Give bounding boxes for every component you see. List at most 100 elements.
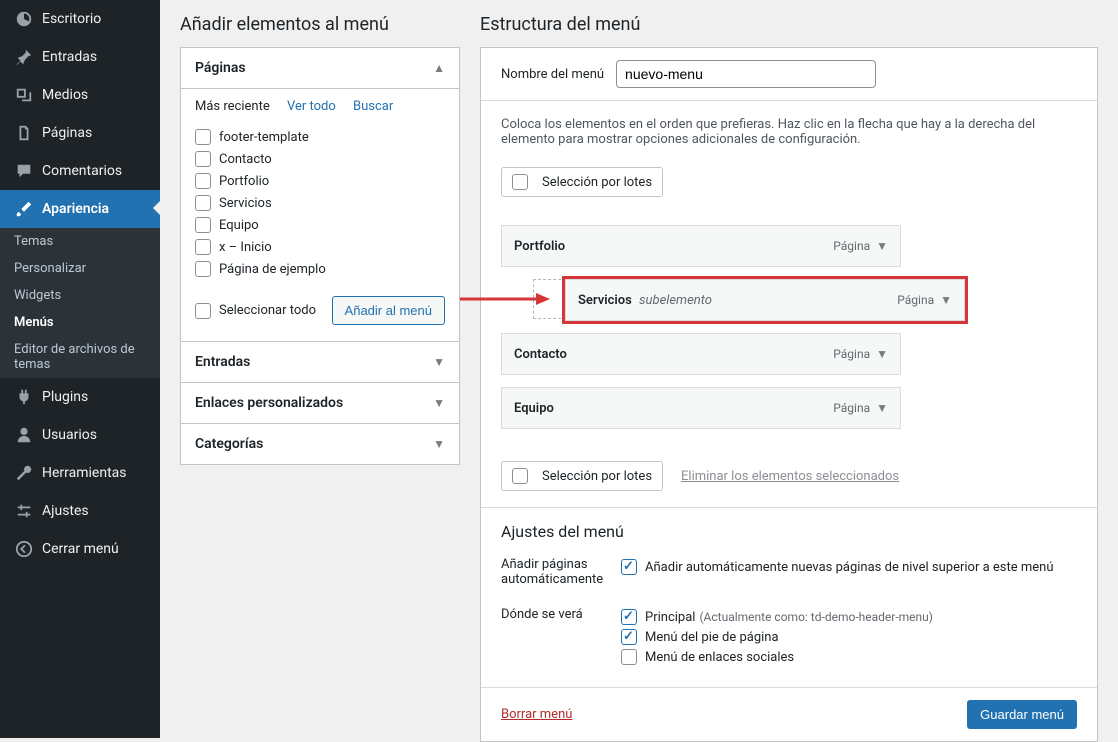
auto-add-pages-checkbox[interactable] <box>621 559 637 575</box>
chevron-down-icon[interactable]: ▼ <box>876 347 888 361</box>
brush-icon <box>14 199 34 219</box>
postbox-custom-links: Enlaces personalizados ▼ <box>180 382 460 424</box>
page-checkbox[interactable] <box>195 239 211 255</box>
tab-view-all[interactable]: Ver todo <box>287 99 336 114</box>
location-option-social[interactable]: Menú de enlaces sociales <box>621 647 933 667</box>
sidebar-label: Entradas <box>42 49 97 65</box>
menu-settings-heading: Ajustes del menú <box>501 522 1077 541</box>
page-option-label: Portfolio <box>219 174 269 189</box>
sidebar-item-settings[interactable]: Ajustes <box>0 492 160 530</box>
location-option-footer[interactable]: Menú del pie de página <box>621 627 933 647</box>
page-checkbox[interactable] <box>195 151 211 167</box>
tab-search[interactable]: Buscar <box>353 99 393 114</box>
postbox-categories: Categorías ▼ <box>180 423 460 465</box>
media-icon <box>14 85 34 105</box>
sidebar-label: Herramientas <box>42 465 127 481</box>
location-checkbox[interactable] <box>621 649 637 665</box>
bulk-select-checkbox[interactable] <box>512 468 528 484</box>
page-checkbox[interactable] <box>195 261 211 277</box>
location-checkbox[interactable] <box>621 629 637 645</box>
menu-item-title: Portfolio <box>514 239 565 254</box>
menu-item-handle[interactable]: Portfolio Página ▼ <box>501 225 901 267</box>
remove-selected-link[interactable]: Eliminar los elementos seleccionados <box>681 469 899 484</box>
postbox-posts-header[interactable]: Entradas ▼ <box>181 342 459 382</box>
chevron-down-icon: ▼ <box>433 355 445 369</box>
sidebar-label: Apariencia <box>42 201 109 217</box>
sidebar-item-users[interactable]: Usuarios <box>0 416 160 454</box>
menu-name-input[interactable] <box>616 60 876 88</box>
page-option[interactable]: Portfolio <box>195 170 445 192</box>
menu-item-type: Página ▼ <box>833 401 888 415</box>
page-checkbox[interactable] <box>195 195 211 211</box>
sidebar-sub-themes[interactable]: Temas <box>0 228 160 255</box>
menu-item-handle[interactable]: Servicios subelemento Página ▼ <box>565 279 965 321</box>
location-option-primary[interactable]: Principal (Actualmente como: td-demo-hea… <box>621 607 933 627</box>
location-option-label: Principal <box>645 610 695 625</box>
menu-structure-column: Estructura del menú Nombre del menú Colo… <box>480 0 1098 742</box>
add-to-menu-button[interactable]: Añadir al menú <box>332 296 445 325</box>
sliders-icon <box>14 501 34 521</box>
sidebar-label: Ajustes <box>42 503 89 519</box>
comments-icon <box>14 161 34 181</box>
location-checkbox[interactable] <box>621 609 637 625</box>
bulk-select-checkbox[interactable] <box>512 174 528 190</box>
tab-recent[interactable]: Más reciente <box>195 99 270 114</box>
sidebar-sub-menus[interactable]: Menús <box>0 309 160 336</box>
select-all-checkbox[interactable] <box>195 303 211 319</box>
menu-item-handle[interactable]: Equipo Página ▼ <box>501 387 901 429</box>
page-option[interactable]: Página de ejemplo <box>195 258 445 280</box>
page-option[interactable]: footer-template <box>195 126 445 148</box>
plug-icon <box>14 387 34 407</box>
postbox-categories-header[interactable]: Categorías ▼ <box>181 424 459 464</box>
sidebar-sub-widgets[interactable]: Widgets <box>0 282 160 309</box>
select-all-label: Seleccionar todo <box>219 303 316 318</box>
add-items-column: Añadir elementos al menú Páginas ▲ Más r… <box>180 0 460 742</box>
menu-item-type-label: Página <box>833 347 870 361</box>
pin-icon <box>14 47 34 67</box>
sidebar-item-tools[interactable]: Herramientas <box>0 454 160 492</box>
page-option-label: Página de ejemplo <box>219 262 326 277</box>
sidebar-item-comments[interactable]: Comentarios <box>0 152 160 190</box>
menu-help-text: Coloca los elementos en el orden que pre… <box>481 101 1097 157</box>
sidebar-item-media[interactable]: Medios <box>0 76 160 114</box>
sidebar-item-pages[interactable]: Páginas <box>0 114 160 152</box>
sidebar-item-plugins[interactable]: Plugins <box>0 378 160 416</box>
sidebar-item-collapse[interactable]: Cerrar menú <box>0 530 160 568</box>
sidebar-sub-theme-editor[interactable]: Editor de archivos de temas <box>0 336 160 378</box>
chevron-down-icon[interactable]: ▼ <box>876 401 888 415</box>
pages-checklist: footer-template Contacto Portfolio Servi… <box>195 122 445 290</box>
page-option[interactable]: x – Inicio <box>195 236 445 258</box>
menu-item-type-label: Página <box>897 293 934 307</box>
select-all[interactable]: Seleccionar todo <box>195 303 316 319</box>
sidebar-label: Plugins <box>42 389 88 405</box>
sidebar-item-posts[interactable]: Entradas <box>0 38 160 76</box>
page-checkbox[interactable] <box>195 217 211 233</box>
admin-sidebar: Escritorio Entradas Medios Páginas Comen… <box>0 0 160 738</box>
delete-menu-link[interactable]: Borrar menú <box>501 707 572 722</box>
postbox-pages: Páginas ▲ Más reciente Ver todo Buscar f… <box>180 47 460 342</box>
collapse-icon <box>14 539 34 559</box>
postbox-custom-links-title: Enlaces personalizados <box>195 395 343 411</box>
menu-item-handle[interactable]: Contacto Página ▼ <box>501 333 901 375</box>
page-checkbox[interactable] <box>195 129 211 145</box>
chevron-down-icon[interactable]: ▼ <box>876 239 888 253</box>
save-menu-button[interactable]: Guardar menú <box>967 700 1077 729</box>
page-option[interactable]: Equipo <box>195 214 445 236</box>
bulk-select-toggle[interactable]: Selección por lotes <box>501 167 663 197</box>
postbox-pages-header[interactable]: Páginas ▲ <box>181 48 459 88</box>
menu-item-subelement-label: subelemento <box>639 293 712 308</box>
page-option[interactable]: Contacto <box>195 148 445 170</box>
location-option-current: (Actualmente como: td-demo-header-menu) <box>699 610 933 624</box>
user-icon <box>14 425 34 445</box>
sidebar-sub-customize[interactable]: Personalizar <box>0 255 160 282</box>
sidebar-item-appearance[interactable]: Apariencia <box>0 190 160 228</box>
postbox-custom-links-header[interactable]: Enlaces personalizados ▼ <box>181 383 459 423</box>
sidebar-item-dashboard[interactable]: Escritorio <box>0 0 160 38</box>
auto-add-pages-option[interactable]: Añadir automáticamente nuevas páginas de… <box>621 557 1054 577</box>
bulk-select-row-top: Selección por lotes <box>481 157 1097 207</box>
bulk-select-toggle-bottom[interactable]: Selección por lotes <box>501 461 663 491</box>
sidebar-label: Usuarios <box>42 427 97 443</box>
page-checkbox[interactable] <box>195 173 211 189</box>
page-option[interactable]: Servicios <box>195 192 445 214</box>
chevron-down-icon[interactable]: ▼ <box>940 293 952 307</box>
